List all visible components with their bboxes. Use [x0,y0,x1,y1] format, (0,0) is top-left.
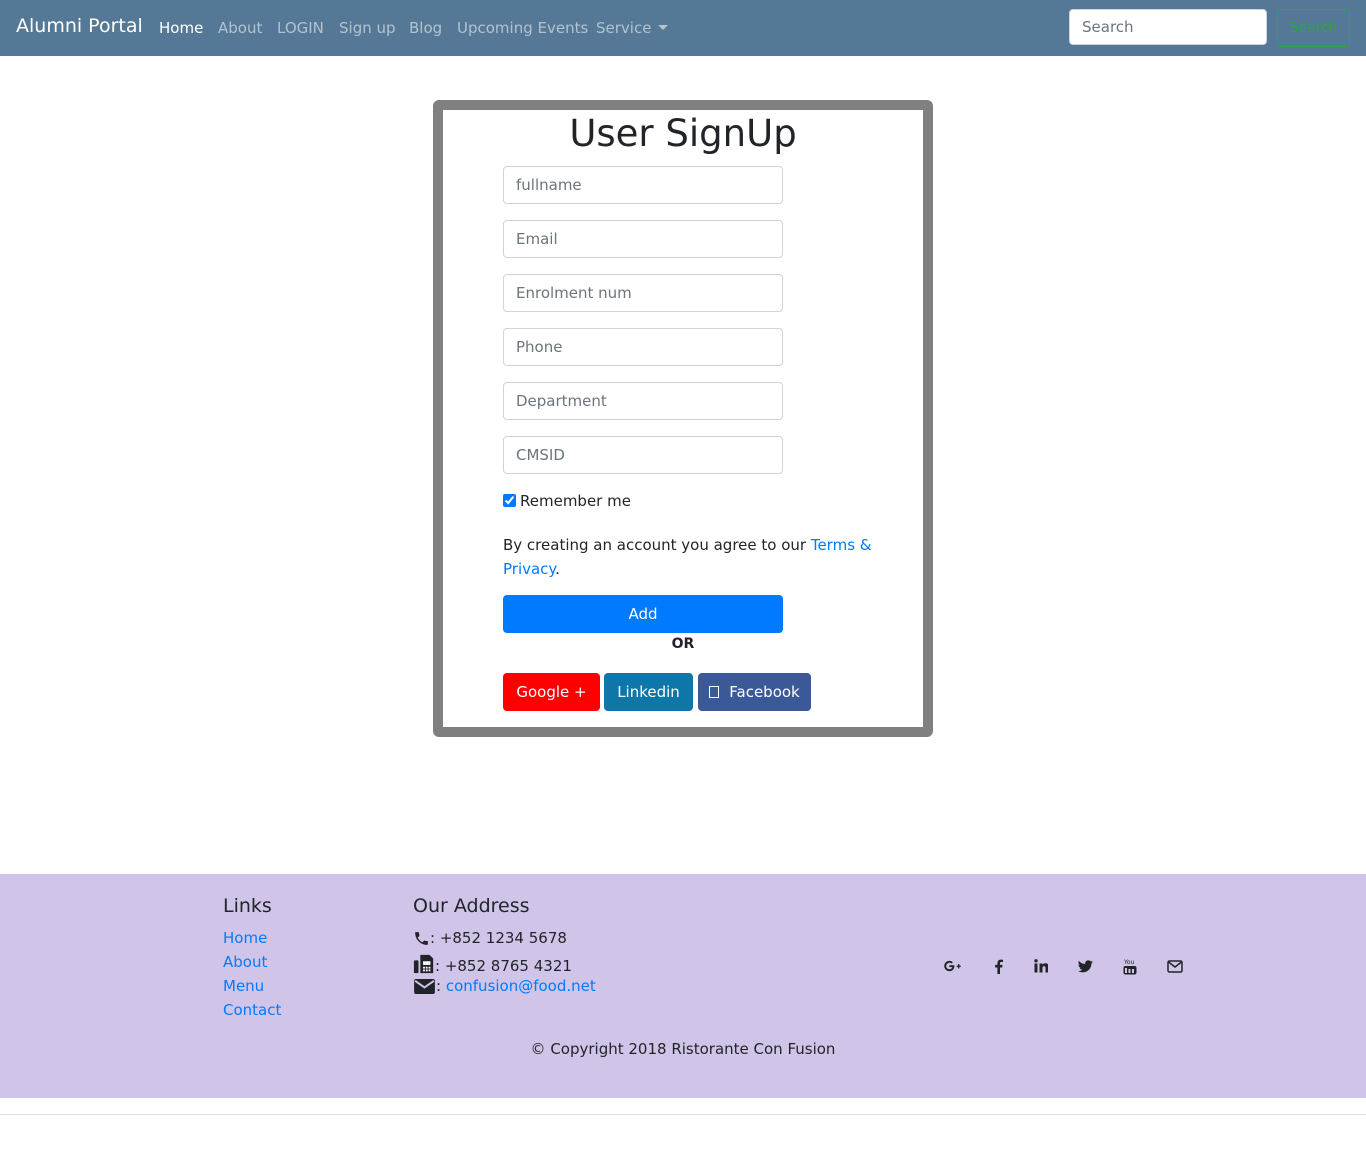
footer-address-title: Our Address [413,895,530,917]
agree-text: By creating an account you agree to our … [503,533,883,581]
nav-home[interactable]: Home [159,19,203,37]
add-button[interactable]: Add [503,595,783,633]
footer [0,874,1366,1098]
envelope-icon [414,978,435,995]
address-phone: : +852 1234 5678 [413,929,567,947]
remember-label: Remember me [520,492,631,510]
fax-number: : +852 8765 4321 [435,957,572,975]
email-prefix: : [436,977,442,995]
footer-link-about[interactable]: About [223,953,267,971]
caret-down-icon [658,25,669,30]
fax-icon [413,954,434,974]
nav-login[interactable]: LOGIN [277,19,324,37]
phone-icon [415,932,428,945]
agree-prefix: By creating an account you agree to our [503,536,811,554]
svg-text:You: You [1123,959,1135,966]
nav-about[interactable]: About [218,19,262,37]
email-field[interactable] [503,220,783,258]
footer-divider [0,1114,1366,1115]
cmsid-field[interactable] [503,436,783,474]
brand-logo[interactable]: Alumni Portal [16,15,143,37]
nav-upcoming-events[interactable]: Upcoming Events [457,19,588,37]
or-separator: OR [671,636,695,652]
linkedin-icon[interactable] [1031,957,1051,975]
facebook-icon[interactable] [988,957,1008,975]
search-button[interactable]: Search [1277,9,1350,47]
page-title: User SignUp [569,112,797,155]
footer-link-contact[interactable]: Contact [223,1001,281,1019]
google-plus-icon[interactable] [943,957,963,975]
address-email: : confusion@food.net [413,977,596,995]
footer-link-home[interactable]: Home [223,929,267,947]
remember-checkbox[interactable] [503,494,516,507]
phone-field[interactable] [503,328,783,366]
facebook-button[interactable]: Facebook [698,673,811,711]
google-button[interactable]: Google + [503,673,600,711]
fullname-field[interactable] [503,166,783,204]
department-field[interactable] [503,382,783,420]
twitter-icon[interactable] [1075,957,1095,975]
address-fax: : +852 8765 4321 [413,953,572,975]
agree-suffix: . [555,560,560,578]
navbar: Alumni Portal Home About LOGIN Sign up B… [0,0,1366,56]
search-input[interactable] [1069,9,1267,45]
enrolment-field[interactable] [503,274,783,312]
facebook-button-label: Facebook [729,683,800,701]
copyright: © Copyright 2018 Ristorante Con Fusion [530,1040,836,1058]
youtube-icon[interactable]: You [1120,957,1140,975]
nav-service-dropdown[interactable]: Service [596,19,669,37]
footer-links-title: Links [223,895,272,917]
nav-service-label: Service [596,19,652,37]
facebook-icon [709,686,720,698]
remember-me[interactable]: Remember me [503,492,631,510]
nav-signup[interactable]: Sign up [339,19,396,37]
phone-number: : +852 1234 5678 [430,929,567,947]
nav-blog[interactable]: Blog [409,19,442,37]
email-icon[interactable] [1165,957,1185,975]
linkedin-button[interactable]: Linkedin [604,673,693,711]
email-link[interactable]: confusion@food.net [446,977,596,995]
footer-link-menu[interactable]: Menu [223,977,264,995]
